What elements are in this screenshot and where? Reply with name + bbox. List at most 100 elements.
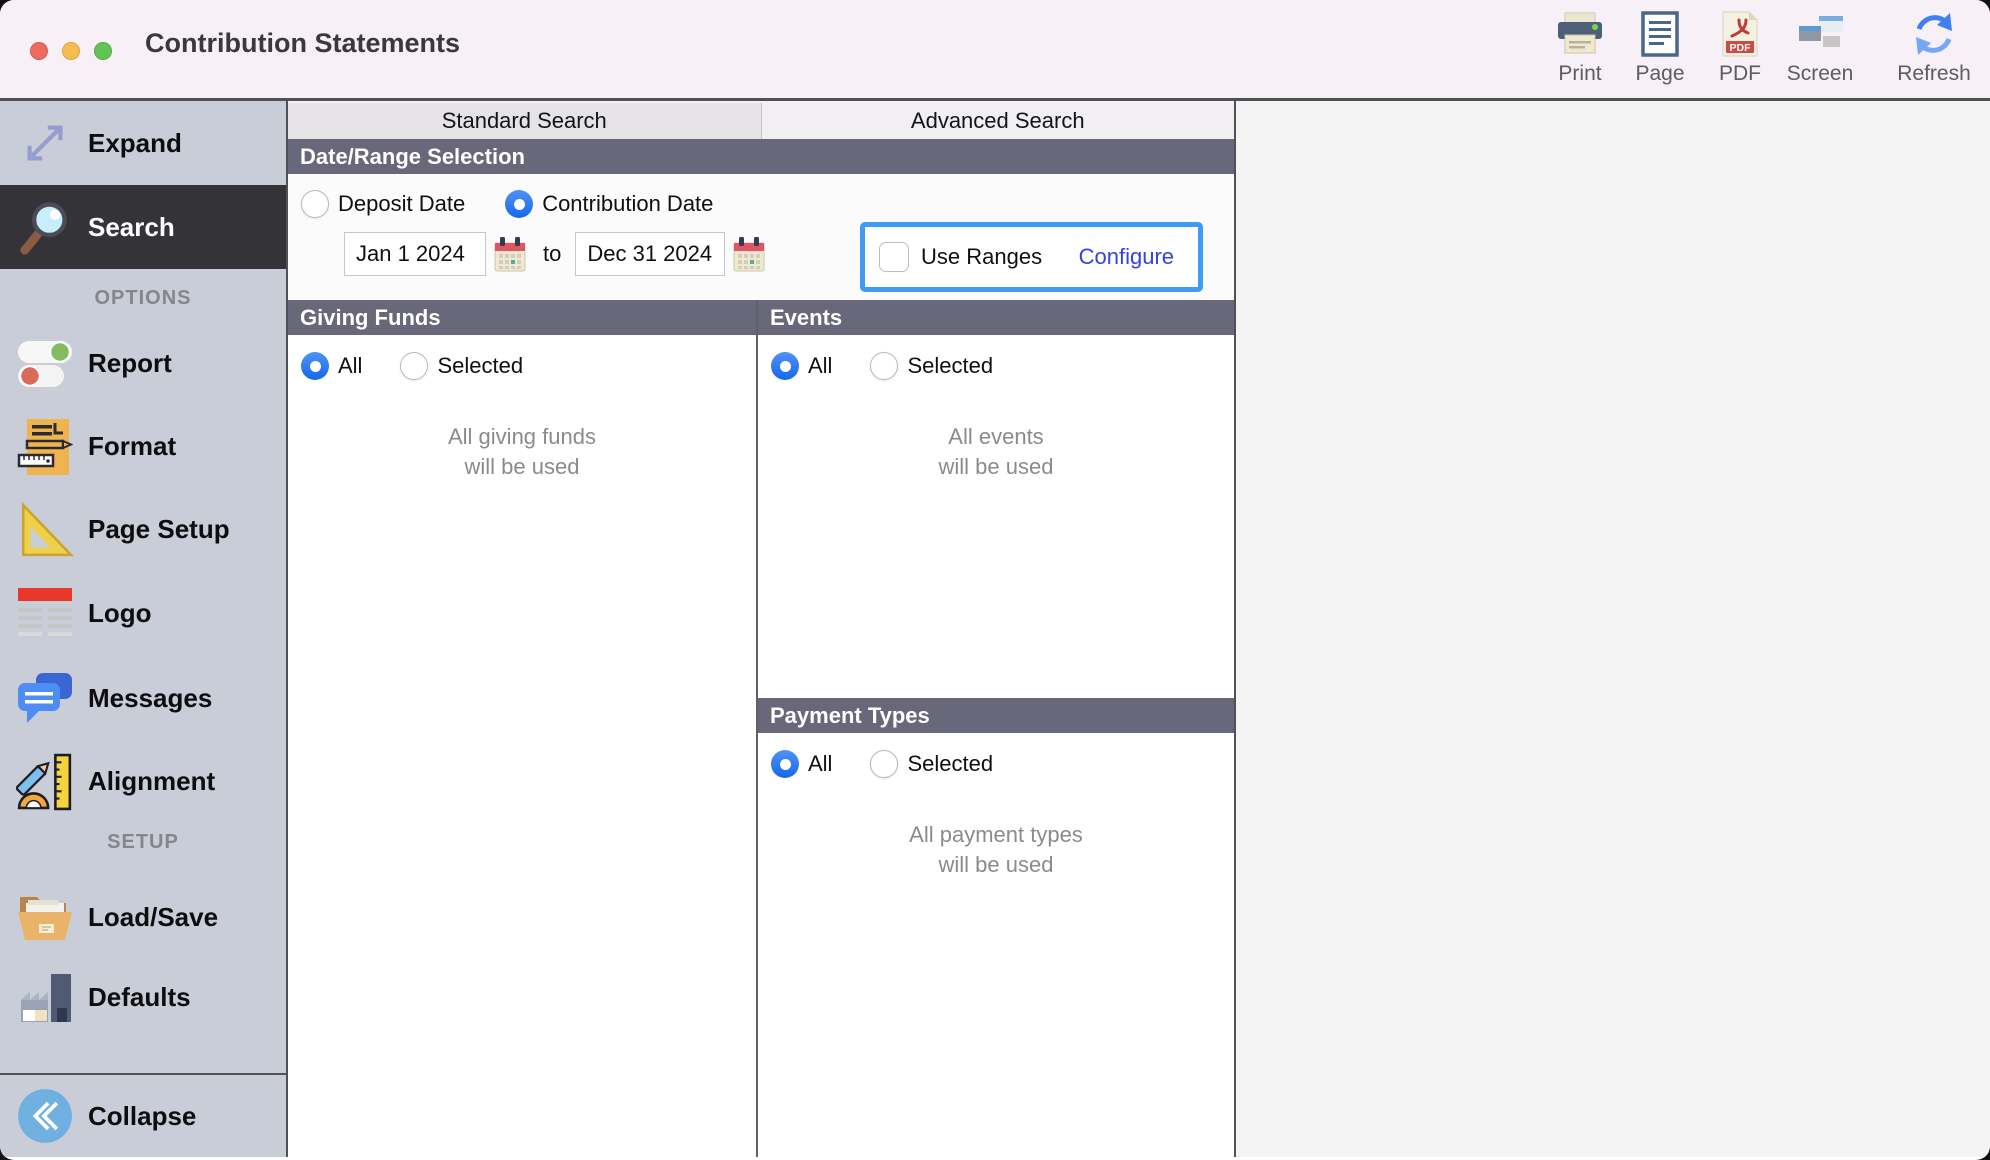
payment-types-header: Payment Types: [758, 698, 1234, 733]
giving-funds-selected-label: Selected: [437, 353, 524, 378]
minimize-button[interactable]: [62, 42, 80, 60]
sidebar-item-label: Logo: [88, 597, 152, 628]
date-range-row: to: [344, 232, 766, 276]
from-date-input[interactable]: [344, 232, 486, 276]
note-line: will be used: [464, 454, 580, 479]
giving-funds-section: Giving Funds All Selected All giving fun…: [288, 300, 758, 1157]
tab-label: Advanced Search: [910, 108, 1085, 133]
chat-bubbles-icon: [14, 668, 76, 730]
toolbar-label: Refresh: [1897, 62, 1971, 85]
toggles-icon: [14, 333, 76, 395]
events-body: All Selected All events will be used: [758, 335, 1234, 698]
giving-funds-body: All Selected All giving funds will be us…: [288, 335, 756, 482]
events-all-label: All: [808, 353, 833, 378]
open-folder-icon: [14, 886, 76, 948]
factory-icon: [14, 966, 76, 1028]
sidebar-section-options: OPTIONS: [94, 287, 192, 309]
window-title: Contribution Statements: [145, 28, 460, 58]
close-button[interactable]: [30, 42, 48, 60]
date-type-radio-group: Deposit Date Contribution Date: [301, 190, 713, 218]
sidebar-item-page-setup[interactable]: Page Setup: [0, 488, 286, 571]
note-line: will be used: [938, 454, 1054, 479]
note-line: will be used: [938, 852, 1054, 877]
contribution-date-radio[interactable]: [505, 190, 534, 218]
sidebar-item-label: Messages: [88, 683, 213, 713]
configure-link[interactable]: Configure: [1079, 244, 1174, 270]
deposit-date-radio[interactable]: [301, 190, 329, 218]
events-radio-group: All Selected: [758, 335, 1234, 380]
sidebar-section-setup: SETUP: [107, 831, 179, 853]
giving-funds-all-radio[interactable]: [301, 352, 329, 380]
screen-button[interactable]: Screen: [1780, 8, 1860, 86]
to-date-input[interactable]: [575, 232, 726, 276]
toolbar-label: Page: [1635, 62, 1685, 85]
use-ranges-label: Use Ranges: [921, 244, 1043, 269]
deposit-date-label: Deposit Date: [338, 191, 466, 216]
events-payment-column: Events All Selected All events will be u…: [758, 300, 1234, 1157]
traffic-lights: [30, 42, 112, 60]
sidebar-item-load-save[interactable]: Load/Save: [0, 877, 286, 957]
payment-types-selected-label: Selected: [907, 751, 994, 776]
contribution-date-label: Contribution Date: [542, 191, 714, 216]
events-all-radio[interactable]: [771, 352, 799, 380]
payment-types-radio-group: All Selected: [758, 733, 1234, 778]
sidebar-item-defaults[interactable]: Defaults: [0, 957, 286, 1037]
collapse-chevrons-icon: [14, 1085, 76, 1147]
sidebar-item-format[interactable]: Format: [0, 405, 286, 488]
screen-windows-icon: [1795, 8, 1845, 60]
toolbar-label: Print: [1558, 62, 1602, 85]
to-date-calendar-button[interactable]: [732, 235, 766, 273]
events-selected-label: Selected: [907, 353, 994, 378]
screen: Contribution Statements Print Page PDF P…: [0, 0, 1990, 1160]
note-line: All giving funds: [448, 424, 596, 449]
sidebar-item-expand[interactable]: Expand: [0, 101, 286, 185]
sidebar-item-logo[interactable]: Logo: [0, 571, 286, 655]
svg-text:PDF: PDF: [1730, 42, 1752, 54]
tab-advanced-search[interactable]: Advanced Search: [761, 103, 1234, 139]
tab-standard-search[interactable]: Standard Search: [288, 103, 762, 139]
sidebar-item-report[interactable]: Report: [0, 322, 286, 405]
page-button[interactable]: Page: [1620, 8, 1700, 86]
calendar-icon: [494, 237, 526, 272]
zoom-button[interactable]: [94, 42, 112, 60]
sidebar-item-collapse[interactable]: Collapse: [0, 1073, 286, 1157]
tab-bar: Standard Search Advanced Search: [288, 101, 1234, 139]
page-icon: [1639, 8, 1681, 60]
to-label: to: [543, 241, 562, 266]
giving-funds-selected-radio[interactable]: [400, 352, 429, 380]
printer-icon: [1556, 8, 1604, 60]
search-columns: Giving Funds All Selected All giving fun…: [288, 300, 1234, 1157]
events-header: Events: [758, 300, 1234, 335]
sidebar-item-messages[interactable]: Messages: [0, 657, 286, 740]
payment-types-all-radio[interactable]: [771, 750, 799, 778]
report-preview-area: [1236, 101, 1990, 1157]
payment-types-selected-radio[interactable]: [870, 750, 899, 778]
toolbar-label: PDF: [1719, 62, 1761, 85]
sidebar-item-label: Expand: [88, 127, 182, 158]
logo-layout-icon: [14, 582, 76, 644]
sidebar-item-label: Load/Save: [88, 901, 219, 932]
sidebar-item-search[interactable]: Search: [0, 185, 286, 269]
payment-types-note: All payment types will be used: [758, 820, 1234, 880]
sidebar-item-label: Format: [88, 431, 177, 461]
sidebar-item-label: Alignment: [88, 766, 216, 796]
giving-funds-header: Giving Funds: [288, 300, 756, 335]
app-window: Contribution Statements Print Page PDF P…: [0, 0, 1990, 1160]
note-line: All events: [948, 424, 1044, 449]
events-selected-radio[interactable]: [870, 352, 899, 380]
use-ranges-checkbox[interactable]: [879, 242, 909, 272]
pdf-button[interactable]: PDF PDF: [1700, 8, 1780, 86]
sidebar: Expand Search OPTIONS Report Format Page…: [0, 101, 288, 1157]
refresh-button[interactable]: Refresh: [1894, 8, 1974, 86]
print-button[interactable]: Print: [1540, 8, 1620, 86]
date-range-section-header: Date/Range Selection: [288, 139, 1234, 174]
toolbar-label: Screen: [1786, 62, 1854, 85]
date-range-body: Deposit Date Contribution Date Jan 1 202…: [288, 174, 1234, 300]
calendar-icon: [733, 237, 765, 272]
sidebar-item-label: Collapse: [88, 1100, 197, 1131]
sidebar-item-label: Defaults: [88, 981, 191, 1012]
giving-funds-note: All giving funds will be used: [288, 422, 756, 482]
format-document-icon: [14, 416, 76, 478]
sidebar-item-alignment[interactable]: Alignment: [0, 740, 286, 823]
from-date-calendar-button[interactable]: [493, 235, 527, 273]
